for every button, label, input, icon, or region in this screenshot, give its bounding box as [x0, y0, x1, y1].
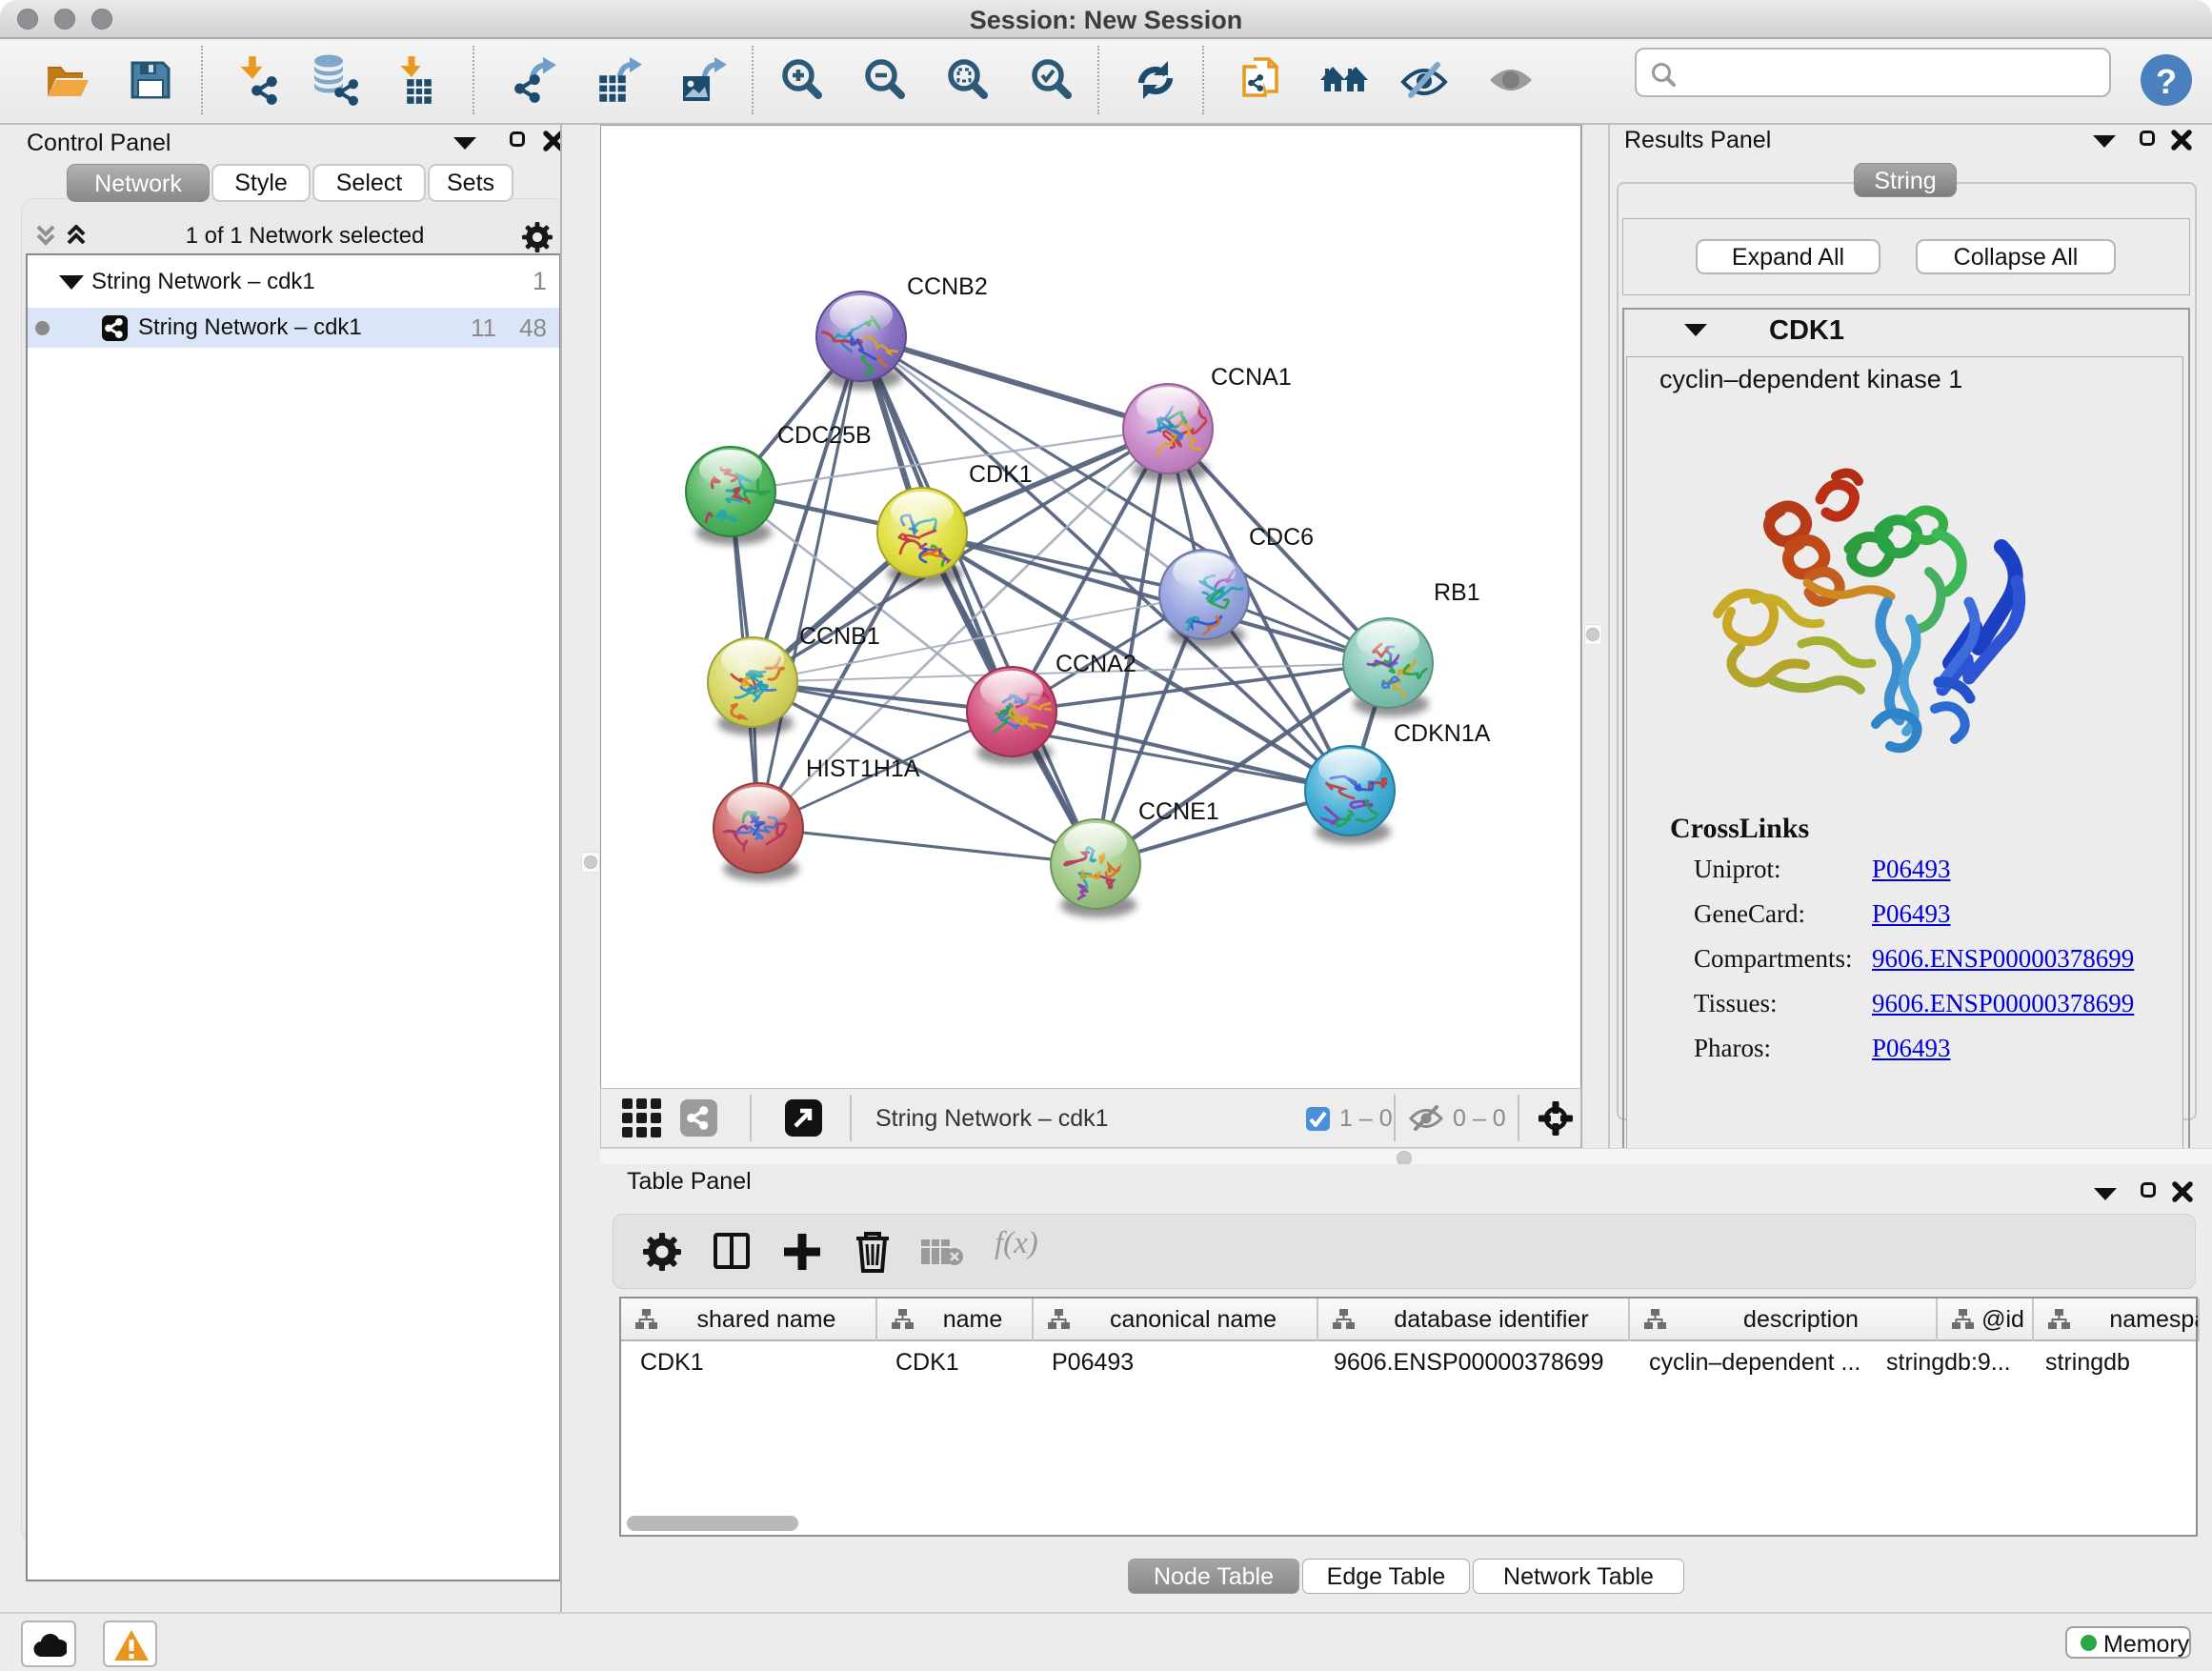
- svg-text:CCNA1: CCNA1: [1211, 364, 1292, 391]
- svg-text:CDC6: CDC6: [1249, 524, 1314, 551]
- svg-text:CDK1: CDK1: [969, 461, 1033, 488]
- svg-text:CCNA2: CCNA2: [1056, 651, 1136, 677]
- svg-text:CCNE1: CCNE1: [1138, 798, 1219, 825]
- svg-text:CDKN1A: CDKN1A: [1394, 720, 1491, 747]
- svg-text:RB1: RB1: [1434, 579, 1480, 606]
- svg-text:CCNB1: CCNB1: [799, 623, 880, 650]
- svg-text:CDC25B: CDC25B: [777, 422, 872, 449]
- svg-text:CCNB2: CCNB2: [907, 273, 988, 300]
- svg-text:HIST1H1A: HIST1H1A: [806, 755, 920, 782]
